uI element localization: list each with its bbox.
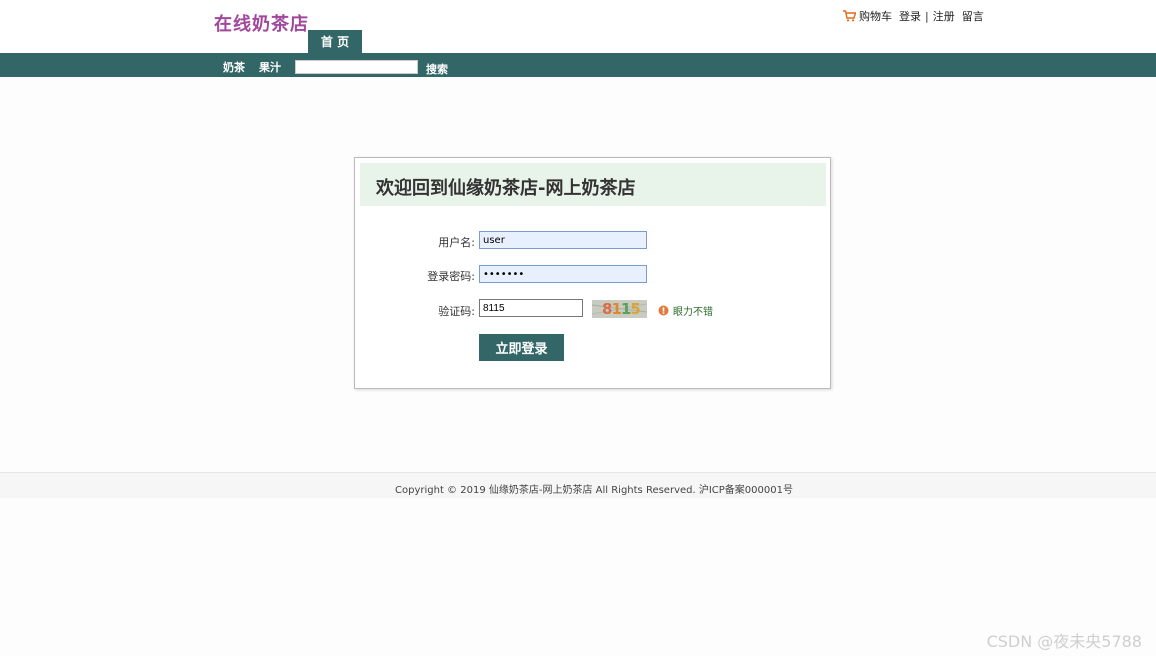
watermark: CSDN @夜未央5788 [986, 632, 1142, 651]
login-submit-button[interactable]: 立即登录 [479, 334, 564, 361]
login-title: 欢迎回到仙缘奶茶店-网上奶茶店 [376, 178, 636, 199]
captcha-label: 验证码: [438, 305, 475, 318]
cart-link[interactable]: 购物车 [859, 8, 892, 24]
captcha-char: 1 [611, 300, 621, 318]
password-label: 登录密码: [427, 270, 475, 283]
username-field[interactable] [479, 231, 647, 249]
captcha-input[interactable] [479, 299, 583, 317]
captcha-char: 5 [630, 300, 640, 318]
password-field[interactable] [479, 265, 647, 283]
login-link[interactable]: 登录 [899, 8, 921, 24]
top-header: 在线奶茶店 首 页 购物车 登录 | 注册 留言 [0, 0, 1156, 53]
captcha-image[interactable]: 8115 [592, 300, 647, 318]
login-panel: 欢迎回到仙缘奶茶店-网上奶茶店 用户名: 登录密码: 验证码: 8115 眼力不… [354, 157, 831, 389]
refresh-icon [658, 305, 669, 316]
site-logo[interactable]: 在线奶茶店 [214, 10, 309, 36]
cart-icon[interactable] [843, 10, 856, 22]
nav-bar: 奶茶 果汁 搜索 [0, 53, 1156, 77]
nav-item-juice[interactable]: 果汁 [259, 59, 281, 75]
captcha-char: 1 [620, 300, 631, 318]
register-link[interactable]: 注册 [933, 8, 955, 24]
nav-item-milk-tea[interactable]: 奶茶 [223, 59, 245, 75]
login-header: 欢迎回到仙缘奶茶店-网上奶茶店 [360, 163, 826, 206]
refresh-captcha-link[interactable]: 眼力不错 [658, 303, 713, 318]
captcha-text: 8115 [602, 300, 641, 318]
top-links: 购物车 登录 | 注册 留言 [843, 8, 984, 24]
copyright-text: Copyright © 2019 仙缘奶茶店-网上奶茶店 All Rights … [395, 485, 793, 496]
refresh-label: 眼力不错 [673, 307, 713, 318]
username-label: 用户名: [438, 236, 475, 249]
search-input[interactable] [295, 60, 418, 74]
footer: Copyright © 2019 仙缘奶茶店-网上奶茶店 All Rights … [0, 472, 1156, 498]
message-link[interactable]: 留言 [962, 8, 984, 24]
search-button[interactable]: 搜索 [426, 61, 448, 77]
tab-home[interactable]: 首 页 [308, 30, 362, 53]
link-separator: | [925, 9, 929, 23]
